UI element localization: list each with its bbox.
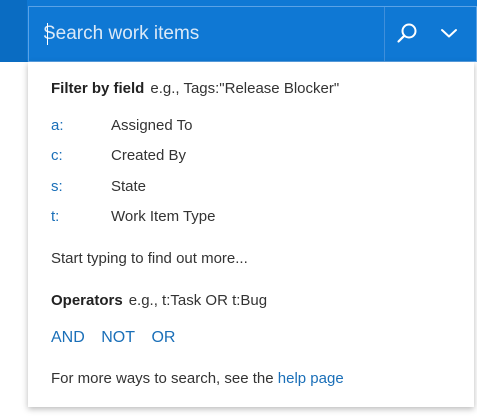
help-footer-text: For more ways to search, see the — [51, 370, 274, 387]
top-bar-left-area — [0, 0, 27, 62]
operators-heading: Operators e.g., t:Task OR t:Bug — [51, 292, 267, 309]
field-key[interactable]: a: — [51, 117, 64, 134]
field-name: Assigned To — [111, 117, 193, 134]
filter-by-field-heading: Filter by field e.g., Tags:"Release Block… — [51, 80, 339, 97]
search-button[interactable] — [389, 15, 425, 55]
field-key[interactable]: t: — [51, 208, 59, 225]
text-caret — [47, 23, 48, 45]
operator-not[interactable]: NOT — [101, 329, 135, 346]
operators-example: e.g., t:Task OR t:Bug — [128, 292, 268, 309]
field-key[interactable]: s: — [51, 178, 63, 195]
search-box-divider — [384, 7, 385, 61]
field-name: State — [111, 178, 147, 195]
search-box — [28, 6, 477, 62]
search-input[interactable] — [43, 18, 373, 50]
search-options-button[interactable] — [431, 15, 467, 55]
chevron-down-icon — [440, 26, 458, 44]
help-page-link[interactable]: help page — [278, 370, 344, 387]
search-help-dropdown: Filter by field e.g., Tags:"Release Block… — [28, 62, 474, 407]
field-key[interactable]: c: — [51, 147, 63, 164]
operators-title: Operators — [51, 292, 123, 309]
operator-and[interactable]: AND — [51, 329, 85, 346]
filter-by-field-example: e.g., Tags:"Release Blocker" — [150, 80, 340, 97]
operator-or[interactable]: OR — [151, 329, 175, 346]
search-icon — [396, 22, 418, 49]
field-name: Created By — [111, 147, 187, 164]
help-footer: For more ways to search, see the help pa… — [51, 370, 344, 387]
field-name: Work Item Type — [111, 208, 216, 225]
typing-hint: Start typing to find out more... — [51, 250, 248, 267]
operators-list: AND NOT OR — [51, 329, 187, 347]
filter-by-field-title: Filter by field — [51, 80, 145, 97]
